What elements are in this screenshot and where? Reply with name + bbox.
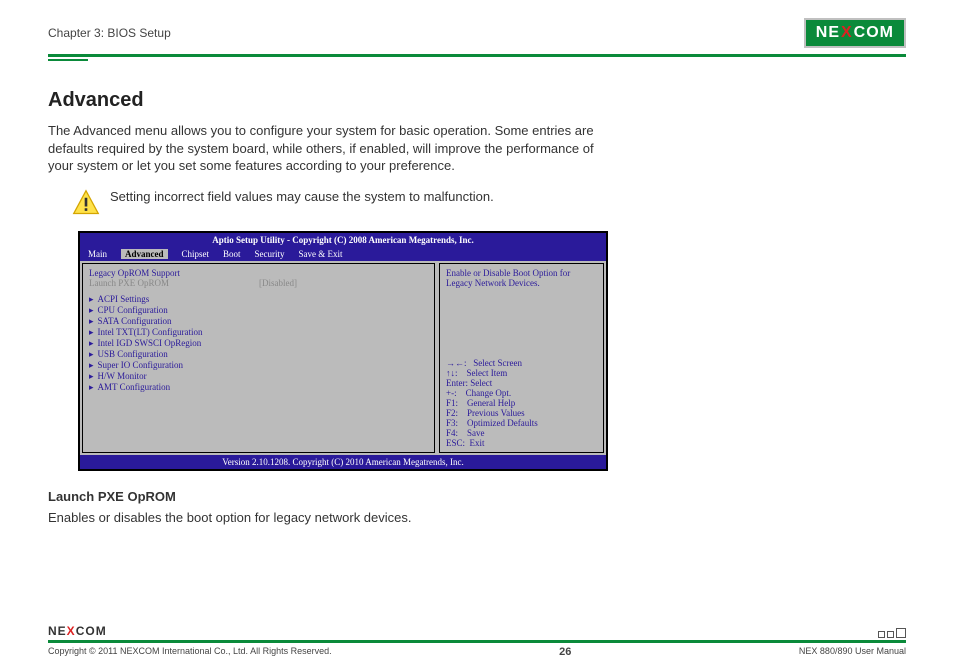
- bios-tab-boot: Boot: [223, 249, 241, 259]
- triangle-right-icon: ▸: [89, 327, 94, 337]
- bios-key: F1: General Help: [446, 398, 597, 408]
- warning-icon: [72, 189, 100, 217]
- bios-tab-save-exit: Save & Exit: [299, 249, 343, 259]
- bios-key: F3: Optimized Defaults: [446, 418, 597, 428]
- intro-paragraph: The Advanced menu allows you to configur…: [48, 122, 608, 175]
- footer-logo-x: X: [67, 624, 76, 638]
- triangle-right-icon: ▸: [89, 305, 94, 315]
- triangle-right-icon: ▸: [89, 382, 94, 392]
- bios-title: Aptio Setup Utility - Copyright (C) 2008…: [80, 233, 606, 247]
- bios-right-pane: Enable or Disable Boot Option for Legacy…: [439, 263, 604, 453]
- bios-key: F4: Save: [446, 428, 597, 438]
- logo-part-right: COM: [854, 24, 894, 42]
- bios-submenu: ACPI Settings: [98, 294, 150, 304]
- header-rule: [48, 54, 906, 61]
- section-heading: Launch PXE OpROM: [48, 489, 608, 504]
- triangle-right-icon: ▸: [89, 371, 94, 381]
- footer-rule: [48, 640, 906, 643]
- footer-decoration-icon: [878, 628, 906, 638]
- triangle-right-icon: ▸: [89, 316, 94, 326]
- footer-copyright: Copyright © 2011 NEXCOM International Co…: [48, 646, 332, 658]
- bios-tab-advanced: Advanced: [121, 249, 168, 259]
- bios-submenu: Intel IGD SWSCI OpRegion: [98, 338, 202, 348]
- triangle-right-icon: ▸: [89, 338, 94, 348]
- bios-submenu: SATA Configuration: [98, 316, 172, 326]
- bios-item-label: Launch PXE OpROM: [89, 278, 169, 288]
- bios-submenu: Intel TXT(LT) Configuration: [98, 327, 203, 337]
- bios-tab-main: Main: [88, 249, 107, 259]
- triangle-right-icon: ▸: [89, 294, 94, 304]
- bios-help-text: Enable or Disable Boot Option for Legacy…: [446, 268, 597, 288]
- footer-logo: NEXCOM: [48, 624, 107, 638]
- bios-version: Version 2.10.1208. Copyright (C) 2010 Am…: [80, 455, 606, 469]
- bios-tab-chipset: Chipset: [182, 249, 210, 259]
- nexcom-logo: NEXCOM: [804, 18, 906, 48]
- bios-key: Enter: Select: [446, 378, 597, 388]
- page-number: 26: [559, 646, 571, 658]
- bios-tab-bar: Main Advanced Chipset Boot Security Save…: [80, 247, 606, 261]
- bios-item-value: [Disabled]: [259, 278, 297, 288]
- bios-key: ↑↓: Select Item: [446, 368, 597, 378]
- section-body: Enables or disables the boot option for …: [48, 510, 608, 525]
- bios-key: →←: Select Screen: [446, 358, 597, 368]
- triangle-right-icon: ▸: [89, 349, 94, 359]
- bios-submenu: H/W Monitor: [98, 371, 147, 381]
- page-title: Advanced: [48, 89, 608, 112]
- bios-key-help: →←: Select Screen ↑↓: Select Item Enter:…: [446, 358, 597, 448]
- footer-doc-title: NEX 880/890 User Manual: [799, 646, 906, 658]
- bios-submenu: AMT Configuration: [98, 382, 171, 392]
- triangle-right-icon: ▸: [89, 360, 94, 370]
- bios-tab-security: Security: [255, 249, 285, 259]
- bios-key: F2: Previous Values: [446, 408, 597, 418]
- bios-submenu: Super IO Configuration: [98, 360, 184, 370]
- bios-key: ESC: Exit: [446, 438, 597, 448]
- chapter-label: Chapter 3: BIOS Setup: [48, 26, 171, 40]
- footer-logo-right: COM: [76, 624, 107, 638]
- bios-submenu: USB Configuration: [98, 349, 168, 359]
- bios-left-pane: Legacy OpROM Support Launch PXE OpROM [D…: [82, 263, 435, 453]
- bios-key: +-: Change Opt.: [446, 388, 597, 398]
- footer-logo-left: NE: [48, 624, 67, 638]
- logo-part-x: X: [841, 24, 853, 42]
- bios-submenu: CPU Configuration: [98, 305, 168, 315]
- warning-text: Setting incorrect field values may cause…: [110, 189, 494, 206]
- bios-group-title: Legacy OpROM Support: [89, 268, 428, 278]
- bios-screenshot: Aptio Setup Utility - Copyright (C) 2008…: [78, 231, 608, 471]
- logo-part-left: NE: [816, 24, 840, 42]
